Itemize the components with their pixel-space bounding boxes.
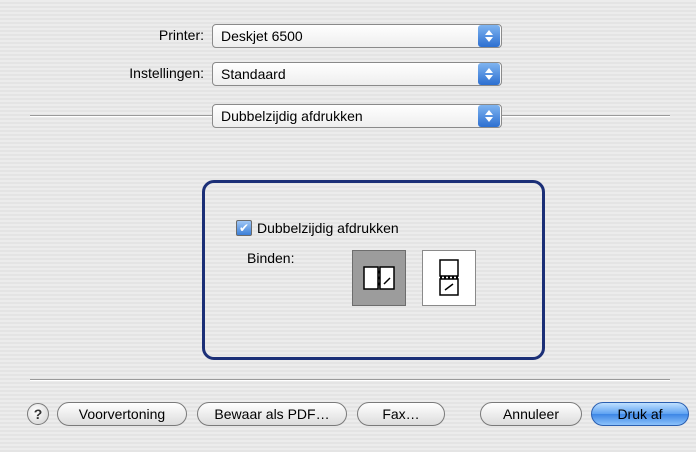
binding-label: Binden: (247, 250, 295, 266)
bottom-separator (30, 379, 670, 381)
print-button[interactable]: Druk af (591, 402, 689, 426)
long-edge-binding-icon (363, 266, 395, 290)
printer-popup[interactable]: Deskjet 6500 (212, 24, 502, 48)
presets-popup[interactable]: Standaard (212, 62, 502, 86)
panel-popup[interactable]: Dubbelzijdig afdrukken (212, 104, 502, 128)
help-button[interactable]: ? (27, 403, 49, 425)
popup-arrows-icon (478, 25, 500, 47)
presets-label: Instellingen: (129, 65, 204, 81)
duplex-checkbox[interactable]: ✔ (236, 220, 252, 236)
popup-arrows-icon (478, 63, 500, 85)
fax-button[interactable]: Fax… (357, 402, 445, 426)
binding-long-edge-button[interactable] (352, 250, 406, 306)
short-edge-binding-icon (439, 259, 459, 296)
duplex-checkbox-label: Dubbelzijdig afdrukken (257, 220, 399, 236)
preview-button[interactable]: Voorvertoning (57, 402, 187, 426)
presets-value: Standaard (221, 66, 286, 82)
panel-value: Dubbelzijdig afdrukken (221, 108, 363, 124)
printer-value: Deskjet 6500 (221, 28, 303, 44)
duplex-checkbox-row[interactable]: ✔ Dubbelzijdig afdrukken (236, 220, 399, 236)
popup-arrows-icon (478, 105, 500, 127)
save-as-pdf-button[interactable]: Bewaar als PDF… (197, 402, 347, 426)
binding-short-edge-button[interactable] (422, 250, 476, 306)
cancel-button[interactable]: Annuleer (480, 402, 582, 426)
printer-label: Printer: (158, 27, 204, 43)
